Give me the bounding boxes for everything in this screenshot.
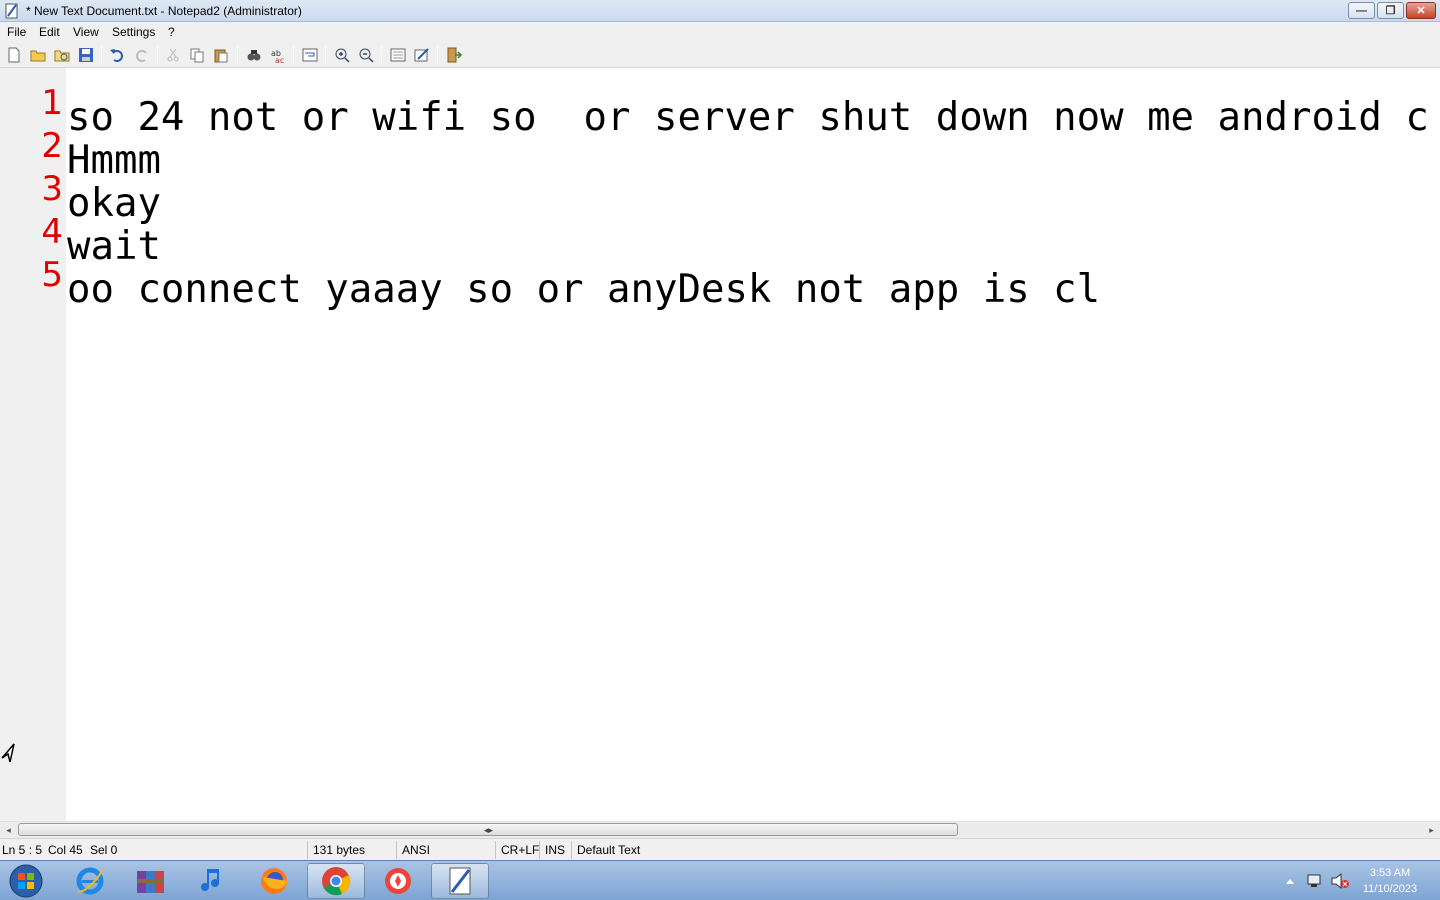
status-file-size: 131 bytes [313, 843, 366, 857]
taskbar: 3:53 AM 11/10/2023 [0, 860, 1440, 900]
status-line-position: Ln 5 : 5 [2, 843, 43, 857]
window-controls: — ❐ ✕ [1346, 2, 1436, 20]
word-wrap-icon[interactable] [302, 47, 318, 63]
notepad2-app-icon[interactable] [4, 3, 20, 19]
open-file-icon[interactable] [30, 47, 46, 63]
menu-file[interactable]: File [7, 25, 26, 39]
status-line-endings[interactable]: CR+LF [501, 843, 539, 857]
toolbar-separator [437, 46, 438, 64]
menu-edit[interactable]: Edit [39, 25, 60, 39]
scrollbar-grip-icon: ◂▸ [484, 825, 494, 835]
toolbar-separator [101, 46, 102, 64]
menu-bar: File Edit View Settings ? [0, 22, 1440, 42]
undo-icon[interactable] [109, 47, 125, 63]
toolbar-separator [381, 46, 382, 64]
redo-icon[interactable] [134, 47, 150, 63]
cut-icon[interactable] [165, 47, 181, 63]
status-bar: Ln 5 : 5 Col 45 Sel 0 131 bytes ANSI CR+… [0, 838, 1440, 860]
start-button-icon[interactable] [6, 863, 46, 899]
replace-icon[interactable]: abac [270, 47, 286, 63]
minimize-icon: — [1356, 4, 1367, 17]
toolbar-separator [325, 46, 326, 64]
system-clock[interactable]: 3:53 AM 11/10/2023 [1352, 865, 1428, 897]
menu-view[interactable]: View [73, 25, 99, 39]
new-file-icon[interactable] [6, 47, 22, 63]
close-icon: ✕ [1416, 5, 1426, 17]
title-bar: * New Text Document.txt - Notepad2 (Admi… [0, 0, 1440, 22]
toolbar-separator [293, 46, 294, 64]
mouse-pointer-icon [1, 743, 15, 763]
status-divider [307, 841, 308, 859]
scroll-right-icon[interactable]: ▸ [1423, 822, 1440, 838]
anydesk-icon [385, 868, 411, 894]
horizontal-scrollbar[interactable]: ◂ ◂▸ ▸ [0, 821, 1440, 838]
toolbar-separator [157, 46, 158, 64]
exit-icon[interactable] [446, 47, 462, 63]
editor-line[interactable]: 2 Hmmm [0, 111, 1440, 182]
chrome-icon [322, 867, 351, 896]
menu-settings[interactable]: Settings [112, 25, 155, 39]
taskbar-anydesk[interactable] [369, 863, 427, 899]
scroll-left-icon[interactable]: ◂ [0, 822, 17, 838]
menu-help[interactable]: ? [168, 25, 175, 39]
restore-button[interactable]: ❐ [1377, 2, 1404, 19]
show-hidden-icons-icon[interactable] [1283, 861, 1297, 900]
close-button[interactable]: ✕ [1406, 2, 1436, 19]
zoom-out-icon[interactable] [358, 47, 374, 63]
editor-line[interactable]: 4 wait [0, 197, 1440, 268]
taskbar-file-archiver[interactable] [122, 863, 180, 899]
taskbar-firefox[interactable] [245, 863, 303, 899]
find-icon[interactable] [246, 47, 262, 63]
taskbar-internet-explorer[interactable] [61, 863, 119, 899]
editor-line[interactable]: 3 okay [0, 154, 1440, 225]
status-divider [396, 841, 397, 859]
network-icon[interactable] [1305, 861, 1325, 900]
music-note-icon [201, 869, 219, 891]
notepad2-icon [449, 867, 471, 895]
taskbar-itunes[interactable] [184, 863, 242, 899]
save-icon[interactable] [78, 47, 94, 63]
status-column: Col 45 [48, 843, 83, 857]
paste-icon[interactable] [213, 47, 229, 63]
status-divider [571, 841, 572, 859]
restore-icon: ❐ [1385, 5, 1396, 17]
scrollbar-thumb[interactable]: ◂▸ [18, 823, 958, 836]
toolbar: ab ac [0, 42, 1440, 68]
archive-icon [137, 871, 164, 893]
browse-icon[interactable] [54, 47, 70, 63]
schemes-icon[interactable] [390, 47, 406, 63]
editor-line[interactable]: 5 oo connect yaaay so or anyDesk not app… [0, 240, 1440, 311]
line-number: 5 [41, 255, 63, 295]
firefox-icon [261, 868, 287, 894]
customize-schemes-icon[interactable] [414, 47, 430, 63]
clock-date: 11/10/2023 [1362, 883, 1418, 895]
svg-text:ac: ac [275, 56, 284, 63]
text-editor[interactable]: 1 so 24 not or wifi so or server shut do… [0, 68, 1440, 821]
copy-icon[interactable] [189, 47, 205, 63]
toolbar-separator [237, 46, 238, 64]
minimize-button[interactable]: — [1348, 2, 1375, 19]
taskbar-notepad2[interactable] [431, 863, 489, 899]
line-text[interactable]: oo connect yaaay so or anyDesk not app i… [67, 268, 1100, 311]
internet-explorer-icon [76, 867, 104, 895]
status-divider [539, 841, 540, 859]
zoom-in-icon[interactable] [334, 47, 350, 63]
window-title: * New Text Document.txt - Notepad2 (Admi… [26, 4, 302, 18]
taskbar-chrome[interactable] [307, 863, 365, 899]
status-scheme[interactable]: Default Text [577, 843, 640, 857]
editor-line[interactable]: 1 so 24 not or wifi so or server shut do… [0, 68, 1440, 139]
clock-time: 3:53 AM [1369, 867, 1411, 879]
status-divider [495, 841, 496, 859]
volume-muted-icon[interactable] [1330, 861, 1350, 900]
status-insert-mode: INS [545, 843, 566, 857]
status-encoding[interactable]: ANSI [402, 843, 430, 857]
status-selection: Sel 0 [90, 843, 118, 857]
